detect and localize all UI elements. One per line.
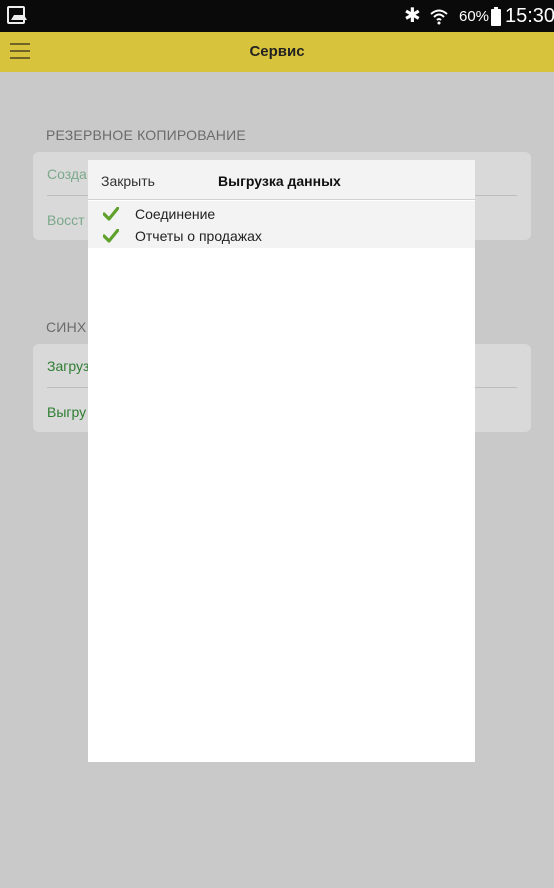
hamburger-menu-icon[interactable]	[10, 43, 30, 61]
download-data-item[interactable]: Загруз	[47, 358, 89, 374]
backup-section-title: РЕЗЕРВНОЕ КОПИРОВАНИЕ	[46, 127, 246, 143]
restore-backup-item[interactable]: Восст	[47, 212, 85, 228]
battery-icon	[491, 7, 501, 26]
checkmark-icon	[103, 229, 119, 243]
page-title: Сервис	[249, 43, 305, 60]
close-button[interactable]: Закрыть	[101, 160, 155, 202]
sync-section-title: СИНХ	[46, 319, 87, 335]
status-bar: ✱ 60% 15:30	[0, 0, 554, 32]
list-item: Соединение	[88, 203, 475, 225]
wifi-icon	[430, 9, 448, 25]
create-backup-item[interactable]: Созда	[47, 166, 87, 182]
battery-percent: 60%	[459, 8, 490, 25]
upload-dialog: Закрыть Выгрузка данных Соединение Отчет…	[88, 160, 475, 762]
list-item: Отчеты о продажах	[88, 225, 475, 247]
clock: 15:30	[505, 5, 554, 27]
app-bar: Сервис	[0, 32, 554, 72]
dialog-title: Выгрузка данных	[218, 173, 341, 189]
gallery-icon	[7, 6, 27, 24]
upload-data-item[interactable]: Выгру	[47, 404, 86, 420]
bluetooth-icon: ✱	[404, 5, 421, 27]
checkmark-icon	[103, 207, 119, 221]
list-item-label: Отчеты о продажах	[135, 228, 262, 244]
list-item-label: Соединение	[135, 206, 216, 222]
progress-list: Соединение Отчеты о продажах	[88, 201, 475, 248]
dialog-header: Закрыть Выгрузка данных	[88, 160, 475, 200]
